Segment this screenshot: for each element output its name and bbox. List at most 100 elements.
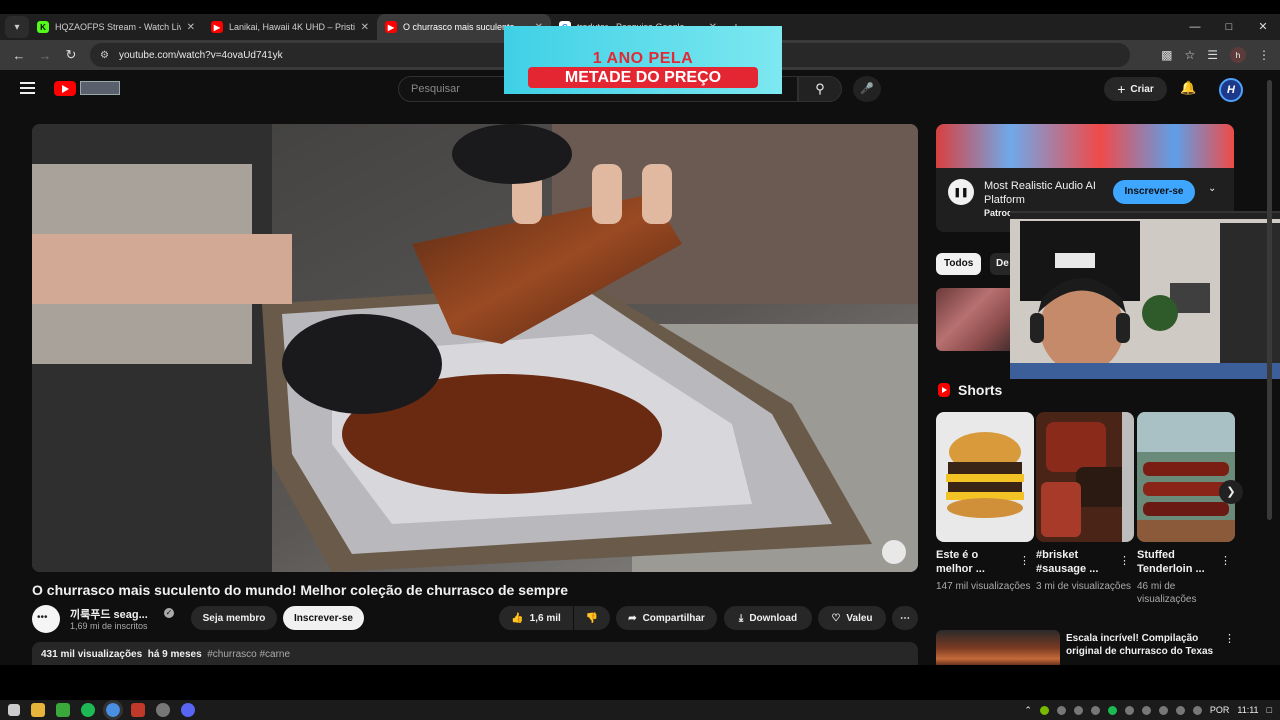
tray-expand-icon[interactable]: ⌃: [1024, 705, 1032, 716]
mic-icon[interactable]: 🎤: [853, 76, 881, 102]
browser-tab-kick[interactable]: K HQZAOFPS Stream - Watch Live ✕: [29, 14, 203, 40]
promo-banner: 1 ANO PELA METADE DO PREÇO: [504, 26, 782, 94]
pause-icon[interactable]: ❚❚: [948, 179, 974, 205]
tray-app-icon[interactable]: [1158, 705, 1168, 715]
webcam-image: [1010, 213, 1280, 379]
close-tab-icon[interactable]: ✕: [187, 22, 195, 33]
tray-app-icon[interactable]: [1056, 705, 1066, 715]
youtube-icon: ▶: [385, 21, 397, 33]
ad-sponsor-label: Patroc: [984, 208, 1013, 218]
chevron-right-icon[interactable]: ❯: [1219, 480, 1243, 504]
bookmark-star-icon[interactable]: ☆: [1184, 48, 1195, 62]
thanks-button[interactable]: ♡ Valeu: [818, 606, 886, 630]
short-thumbnail[interactable]: [1036, 412, 1134, 542]
recommended-thumbnail[interactable]: [936, 288, 1016, 351]
super-thanks-icon: ♡: [831, 612, 841, 624]
doodle-logo-icon[interactable]: [80, 81, 120, 95]
mic-tray-icon[interactable]: [1141, 705, 1151, 715]
language-indicator[interactable]: POR: [1210, 705, 1230, 715]
shorts-title: Shorts: [958, 382, 1003, 398]
short-item[interactable]: #brisket #sausage ... 3 mi de visualizaç…: [1036, 412, 1134, 593]
short-item[interactable]: Este é o melhor ... 147 mil visualizaçõe…: [936, 412, 1034, 593]
more-vert-icon[interactable]: ⋮: [1220, 554, 1231, 567]
windows-start-icon[interactable]: [8, 704, 20, 716]
tray-app-icon[interactable]: [1124, 705, 1134, 715]
upload-age: há 9 meses: [147, 649, 202, 660]
media-control-icon[interactable]: ☰: [1207, 48, 1218, 62]
short-thumbnail[interactable]: [1137, 412, 1235, 542]
dislike-button[interactable]: 👎: [574, 606, 610, 630]
join-button[interactable]: Seja membro: [191, 606, 277, 630]
spotify-tray-icon[interactable]: [1107, 705, 1117, 715]
tab-search-button[interactable]: ▾: [5, 16, 29, 38]
account-avatar[interactable]: H: [1219, 78, 1243, 102]
short-views: 147 mil visualizações: [936, 581, 1031, 592]
discord-icon[interactable]: [181, 703, 195, 717]
volume-icon[interactable]: [1192, 705, 1202, 715]
chip-all[interactable]: Todos: [936, 253, 982, 275]
promo-line-1: 1 ANO PELA: [592, 50, 694, 67]
more-vert-icon[interactable]: ⋮: [1119, 554, 1130, 567]
notifications-bell-icon[interactable]: 🔔: [1180, 80, 1196, 96]
cast-icon[interactable]: ▩: [1161, 48, 1172, 62]
like-button[interactable]: 👍 1,6 mil: [499, 606, 573, 630]
subscribe-button[interactable]: Inscrever-se: [283, 606, 364, 630]
close-tab-icon[interactable]: ✕: [361, 22, 369, 33]
thanks-label: Valeu: [846, 612, 873, 624]
chevron-down-icon[interactable]: ⌄: [1208, 183, 1216, 194]
spotify-icon[interactable]: [81, 703, 95, 717]
more-actions-button[interactable]: ⋯: [892, 606, 918, 630]
channel-name[interactable]: 끼룩푸드 seag...: [70, 606, 148, 622]
clock-time[interactable]: 11:11: [1237, 705, 1258, 715]
clock-app-icon[interactable]: [156, 703, 170, 717]
xbox-icon[interactable]: [56, 703, 70, 717]
close-window-icon[interactable]: ✕: [1246, 14, 1280, 40]
nvidia-icon[interactable]: [1039, 705, 1049, 715]
share-button[interactable]: ➦ Compartilhar: [616, 606, 717, 630]
minimize-icon[interactable]: —: [1178, 14, 1212, 40]
kick-icon: K: [37, 21, 49, 33]
video-title: O churrasco mais suculento do mundo! Mel…: [32, 582, 569, 598]
join-label: Seja membro: [202, 612, 266, 624]
video-player[interactable]: [32, 124, 918, 572]
description-box[interactable]: 431 mil visualizações há 9 meses #churra…: [32, 642, 918, 665]
shorts-icon: [938, 383, 950, 397]
short-item[interactable]: Stuffed Tenderloin ... 46 mi de visualiz…: [1137, 412, 1235, 606]
browser-tab-lanikai[interactable]: ▶ Lanikai, Hawaii 4K UHD – Pristine ✕: [203, 14, 377, 40]
download-button[interactable]: ⤓ Download: [724, 606, 812, 630]
recommended-video-item[interactable]: Escala incrível! Compilação original de …: [936, 626, 1235, 665]
window-controls: — □ ✕: [1178, 14, 1280, 40]
reload-icon[interactable]: ↻: [58, 47, 84, 63]
scrollbar-thumb[interactable]: [1267, 80, 1272, 520]
menu-icon[interactable]: [20, 82, 35, 94]
network-icon[interactable]: [1175, 705, 1185, 715]
hashtags[interactable]: #churrasco #carne: [207, 649, 290, 660]
news-icon[interactable]: [131, 703, 145, 717]
profile-avatar[interactable]: h: [1230, 47, 1246, 63]
file-explorer-icon[interactable]: [31, 703, 45, 717]
url-text: youtube.com/watch?v=4ovaUd741yk: [118, 49, 283, 61]
browser-menu-icon[interactable]: ⋮: [1258, 48, 1270, 62]
back-icon[interactable]: ←: [6, 48, 32, 63]
chrome-icon[interactable]: [103, 700, 123, 720]
channel-avatar[interactable]: [32, 605, 60, 633]
create-button[interactable]: + Criar: [1104, 77, 1167, 101]
notification-center-icon[interactable]: □: [1267, 705, 1272, 715]
verified-badge-icon: ✓: [164, 608, 174, 618]
search-button[interactable]: ⚲: [798, 76, 842, 102]
youtube-logo-icon[interactable]: [54, 81, 76, 96]
forward-icon[interactable]: →: [32, 48, 58, 63]
short-views: 46 mi de visualizações: [1137, 581, 1197, 605]
recommended-thumbnail[interactable]: [936, 630, 1060, 665]
short-thumbnail[interactable]: [936, 412, 1034, 542]
ad-banner-image: [936, 124, 1234, 168]
tray-app-icon[interactable]: [1073, 705, 1083, 715]
page-scrollbar[interactable]: [1266, 80, 1273, 665]
tray-app-icon[interactable]: [1090, 705, 1100, 715]
more-vert-icon[interactable]: ⋮: [1019, 554, 1030, 567]
maximize-icon[interactable]: □: [1212, 14, 1246, 40]
ad-subscribe-button[interactable]: Inscrever-se: [1113, 180, 1195, 204]
more-vert-icon[interactable]: ⋮: [1224, 632, 1235, 645]
site-info-icon[interactable]: ⚙: [100, 50, 109, 61]
channel-watermark-icon[interactable]: [882, 540, 906, 564]
